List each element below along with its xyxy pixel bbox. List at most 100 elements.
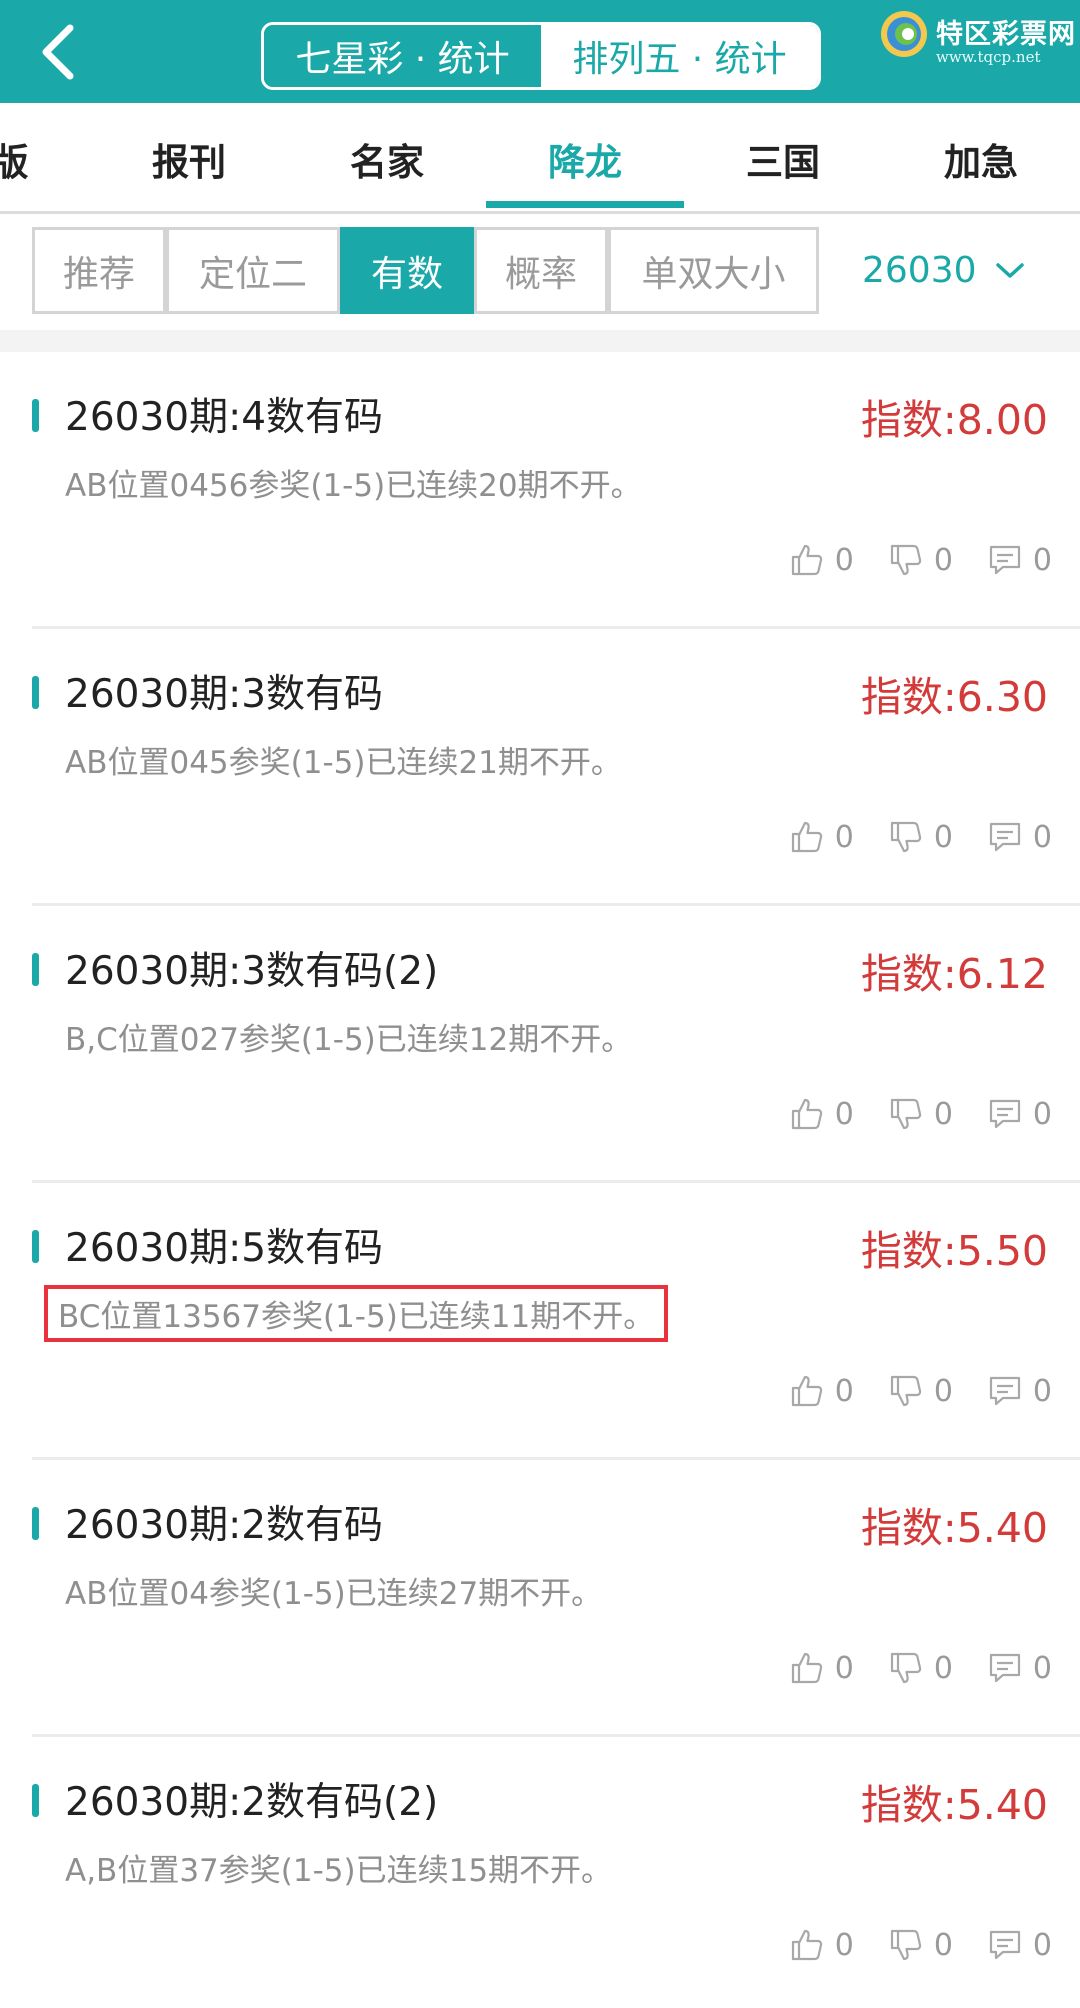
dislike-button[interactable]: 0 <box>888 1650 953 1686</box>
comment-count: 0 <box>1032 1650 1052 1686</box>
comment-icon <box>989 822 1021 852</box>
logo-url: www.tqcp.net <box>936 48 1041 66</box>
filter-bar: 推荐 定位二 有数 概率 单双大小 26030 <box>0 214 1080 330</box>
thumbs-down-icon <box>890 821 922 853</box>
thumbs-up-icon <box>791 1098 822 1130</box>
card-description-highlighted: BC位置13567参奖(1-5)已连续11期不开。 <box>44 1285 669 1342</box>
comment-button[interactable]: 0 <box>987 1650 1052 1686</box>
list-item[interactable]: 26030期:3数有码(2) 指数:6.12 B,C位置027参奖(1-5)已连… <box>32 906 1080 1183</box>
filter-tuijian[interactable]: 推荐 <box>32 227 166 314</box>
card-index: 指数:6.30 <box>860 673 1048 721</box>
card-actions: 0 0 0 <box>755 1092 1052 1136</box>
category-tabs: 版 报刊 名家 降龙 三国 加急 <box>0 103 1080 214</box>
thumbs-up-icon <box>791 1375 822 1407</box>
comment-button[interactable]: 0 <box>987 1927 1052 1963</box>
filter-youshu[interactable]: 有数 <box>340 227 474 314</box>
dislike-count: 0 <box>933 1927 953 1963</box>
tab-sanguo[interactable]: 三国 <box>684 103 882 214</box>
comment-count: 0 <box>1032 819 1052 855</box>
like-button[interactable]: 0 <box>789 542 854 578</box>
card-index: 指数:5.40 <box>860 1504 1048 1552</box>
filter-danshuangdaxiao[interactable]: 单双大小 <box>608 227 819 314</box>
period-value: 26030 <box>862 250 977 291</box>
lottery-segmented-control: 七星彩 · 统计 排列五 · 统计 <box>261 22 821 90</box>
title-accent-bar <box>32 1230 39 1263</box>
filter-gailv[interactable]: 概率 <box>474 227 608 314</box>
card-actions: 0 0 0 <box>755 1646 1052 1690</box>
thumbs-down-icon <box>890 1652 922 1684</box>
comment-icon <box>989 1099 1021 1129</box>
thumbs-down-icon <box>890 544 922 576</box>
thumbs-up-icon <box>791 1929 822 1961</box>
segment-pailiewu-stats[interactable]: 排列五 · 统计 <box>541 25 818 87</box>
card-index: 指数:6.12 <box>860 950 1048 998</box>
card-index: 指数:8.00 <box>860 396 1048 444</box>
period-dropdown[interactable]: 26030 <box>862 227 1025 314</box>
title-accent-bar <box>32 1507 39 1540</box>
active-tab-indicator <box>486 201 684 208</box>
thumbs-up-icon <box>791 1652 822 1684</box>
dislike-button[interactable]: 0 <box>888 819 953 855</box>
comment-count: 0 <box>1032 1373 1052 1409</box>
list-item[interactable]: 26030期:3数有码 指数:6.30 AB位置045参奖(1-5)已连续21期… <box>32 629 1080 906</box>
comment-icon <box>989 1930 1021 1960</box>
like-count: 0 <box>834 819 854 855</box>
dislike-count: 0 <box>933 1096 953 1132</box>
dislike-button[interactable]: 0 <box>888 1373 953 1409</box>
segment-qixingcai-stats[interactable]: 七星彩 · 统计 <box>264 25 541 87</box>
section-gap <box>0 330 1080 352</box>
tab-jianglong[interactable]: 降龙 <box>486 103 684 214</box>
like-count: 0 <box>834 542 854 578</box>
title-accent-bar <box>32 676 39 709</box>
card-description: AB位置0456参奖(1-5)已连续20期不开。 <box>65 468 642 504</box>
like-button[interactable]: 0 <box>789 1096 854 1132</box>
dislike-count: 0 <box>933 819 953 855</box>
list-item[interactable]: 26030期:2数有码 指数:5.40 AB位置04参奖(1-5)已连续27期不… <box>32 1460 1080 1737</box>
comment-button[interactable]: 0 <box>987 542 1052 578</box>
card-index: 指数:5.40 <box>860 1781 1048 1829</box>
card-actions: 0 0 0 <box>755 1923 1052 1967</box>
card-title: 26030期:2数有码 <box>65 1503 384 1548</box>
tab-ban[interactable]: 版 <box>0 103 40 214</box>
thumbs-up-icon <box>791 821 822 853</box>
card-actions: 0 0 0 <box>755 538 1052 582</box>
list-item[interactable]: 26030期:5数有码 指数:5.50 BC位置13567参奖(1-5)已连续1… <box>32 1183 1080 1460</box>
card-description: AB位置04参奖(1-5)已连续27期不开。 <box>65 1576 603 1612</box>
like-count: 0 <box>834 1927 854 1963</box>
card-actions: 0 0 0 <box>755 815 1052 859</box>
title-accent-bar <box>32 399 39 432</box>
dislike-button[interactable]: 0 <box>888 1096 953 1132</box>
tab-jiaji[interactable]: 加急 <box>882 103 1080 214</box>
tab-baokan[interactable]: 报刊 <box>90 103 288 214</box>
like-button[interactable]: 0 <box>789 819 854 855</box>
card-index: 指数:5.50 <box>860 1227 1048 1275</box>
list-item[interactable]: 26030期:2数有码(2) 指数:5.40 A,B位置37参奖(1-5)已连续… <box>32 1737 1080 2008</box>
logo-text: 特区彩票网 <box>936 19 1076 50</box>
list-item[interactable]: 26030期:4数有码 指数:8.00 AB位置0456参奖(1-5)已连续20… <box>32 352 1080 629</box>
dislike-button[interactable]: 0 <box>888 542 953 578</box>
filter-dingweier[interactable]: 定位二 <box>166 227 340 314</box>
comment-button[interactable]: 0 <box>987 1373 1052 1409</box>
like-button[interactable]: 0 <box>789 1650 854 1686</box>
back-button[interactable] <box>28 22 88 82</box>
like-count: 0 <box>834 1096 854 1132</box>
card-description: AB位置045参奖(1-5)已连续21期不开。 <box>65 745 622 781</box>
comment-button[interactable]: 0 <box>987 819 1052 855</box>
comment-icon <box>989 545 1021 575</box>
like-button[interactable]: 0 <box>789 1373 854 1409</box>
chevron-down-icon <box>995 262 1024 278</box>
dislike-button[interactable]: 0 <box>888 1927 953 1963</box>
thumbs-down-icon <box>890 1375 922 1407</box>
chevron-left-icon <box>42 24 74 80</box>
site-logo: 特区彩票网 www.tqcp.net <box>878 8 1076 70</box>
card-title: 26030期:4数有码 <box>65 395 384 440</box>
record-list: 26030期:4数有码 指数:8.00 AB位置0456参奖(1-5)已连续20… <box>0 352 1080 2008</box>
tab-mingjia[interactable]: 名家 <box>288 103 486 214</box>
like-button[interactable]: 0 <box>789 1927 854 1963</box>
comment-button[interactable]: 0 <box>987 1096 1052 1132</box>
comment-icon <box>989 1653 1021 1683</box>
dislike-count: 0 <box>933 542 953 578</box>
dislike-count: 0 <box>933 1650 953 1686</box>
card-title: 26030期:5数有码 <box>65 1226 384 1271</box>
top-bar: 七星彩 · 统计 排列五 · 统计 特区彩票网 www.tqcp.net <box>0 0 1080 103</box>
